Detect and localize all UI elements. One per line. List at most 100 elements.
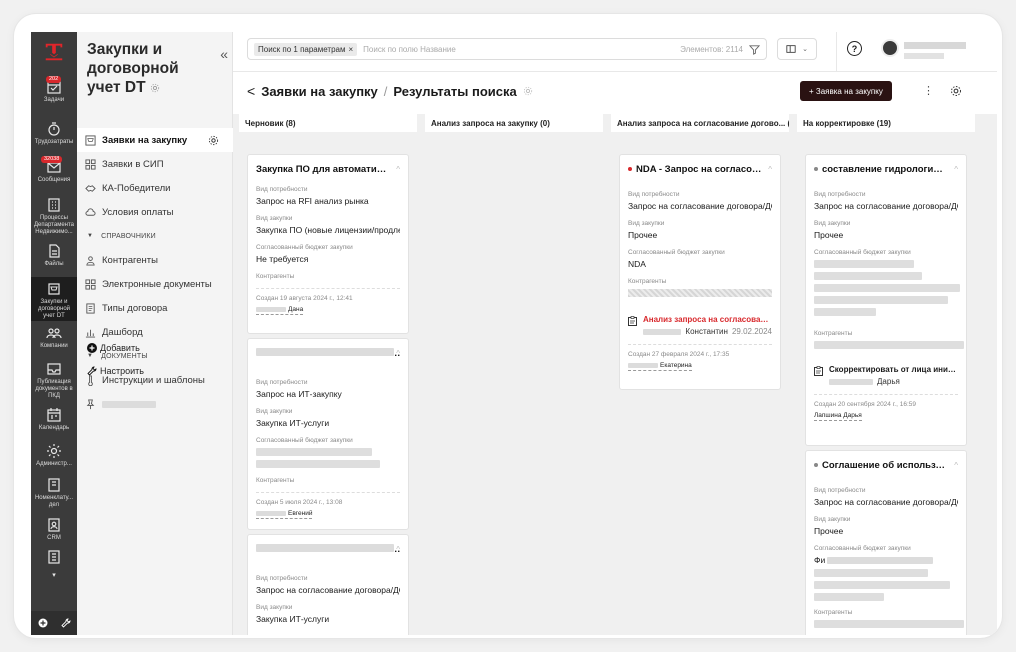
back-button[interactable]: < [247,83,255,99]
rail-item-procurement[interactable]: Закупки и договорной учет DT [31,277,77,321]
view-switcher-button[interactable]: ⌄ [777,38,817,60]
task-content: Анализ запроса на согласование ... Конст… [643,315,772,336]
gear-icon[interactable] [208,135,219,146]
request-card[interactable]: ^ Вид потребности Запрос на ИТ-закупку В… [247,338,409,530]
nav-item-sip[interactable]: Заявки в СИП [77,152,233,176]
author-link[interactable]: Екатерина [628,362,692,371]
field-label: Вид потребности [256,186,308,193]
redacted-value [827,556,934,564]
collapse-sidebar-button[interactable]: « [220,46,228,62]
request-card[interactable]: NDA - Запрос на согласован... ^ Вид потре… [619,154,781,390]
rail-item-admin[interactable]: Администр... [31,443,77,473]
chevron-up-icon[interactable]: ^ [954,459,958,473]
author-link[interactable]: Лапшина Дарья [814,412,862,421]
field-value: Закупка ПО (новые лицензии/продление) [256,225,400,235]
nav-item-pinned[interactable] [77,392,233,416]
avatar[interactable] [881,39,899,57]
filter-icon[interactable] [749,44,760,55]
search-input[interactable]: Поиск по полю Название [363,45,456,54]
cart-icon [48,283,60,295]
rail-item-companies[interactable]: Компании [31,325,77,357]
wrench-icon[interactable] [60,618,71,628]
help-button[interactable]: ? [847,41,862,56]
nav-item-contract-types[interactable]: Типы договора [77,296,233,320]
card-title-text: составление гидрологическ... [822,164,958,175]
breadcrumb-section[interactable]: Заявки на закупку [261,84,378,99]
breadcrumb-separator: / [383,83,388,99]
more-icon[interactable]: ⋮ [923,84,934,97]
task-item[interactable]: Скорректировать от лица инициа... Дарья [814,365,958,386]
nav-group-references[interactable]: ▼ СПРАВОЧНИКИ [77,224,233,248]
grid-icon [85,278,96,290]
chevron-up-icon[interactable]: ^ [768,163,772,177]
search-bar[interactable]: Поиск по 1 параметрам × Поиск по полю На… [247,38,767,60]
rail-item-crm[interactable]: CRM [31,517,77,547]
nav-item-winners[interactable]: КА-Победители [77,176,233,200]
redacted-label [102,400,156,408]
nav-item-edocs[interactable]: Электронные документы [77,272,233,296]
bar-chart-icon [85,329,96,338]
page-header: < Заявки на закупку / Результаты поиска … [233,72,997,114]
rail-item-publication[interactable]: Публикация документов в ПКД [31,361,77,403]
grid-icon [85,158,96,170]
nav-item-contractors[interactable]: Контрагенты [77,248,233,272]
rail-scroll-down[interactable]: ▾ [31,571,77,581]
nav-item-requests[interactable]: Заявки на закупку [77,128,233,152]
rail-item-tasks[interactable]: 202 Задачи [31,76,77,113]
clipboard-icon [628,316,637,326]
chevron-up-icon[interactable]: ^ [396,163,400,177]
settings-gear-icon[interactable] [950,85,962,97]
card-title: составление гидрологическ... ^ [814,163,958,177]
add-button[interactable]: Добавить [87,343,140,353]
search-filter-chip[interactable]: Поиск по 1 параметрам × [254,42,358,56]
gear-icon[interactable] [150,83,160,93]
field-value: Запрос на ИТ-закупку [256,389,342,399]
configure-button[interactable]: Настроить [87,366,144,376]
field-label: Вид закупки [256,215,293,222]
caret-down-icon: ▼ [87,353,94,359]
nav-label: Электронные документы [102,278,212,290]
created-date: Создан 20 сентября 2024 г., 16:59 [814,401,916,408]
task-content: Скорректировать от лица инициа... Дарья [829,365,958,386]
chip-close-icon[interactable]: × [349,45,354,54]
request-card[interactable]: составление гидрологическ... ^ Вид потреб… [805,154,967,446]
nav-item-dashboard[interactable]: Дашборд [77,320,233,344]
rail-label: CRM [47,535,61,541]
author-name: Екатерина [660,362,692,369]
add-request-button[interactable]: + Заявка на закупку [800,81,892,101]
column-title: Анализ запроса на закупку (0) [425,114,603,132]
columns-icon [786,45,796,53]
rail-item-processes[interactable]: Процессы Департамента Недвижимо... [31,197,77,241]
chevron-up-icon[interactable]: ^ [396,347,400,361]
nav-label: Заявки в СИП [102,158,164,170]
rail-item-nomenclature[interactable]: Номенклату... дел [31,477,77,515]
request-card[interactable]: ^ Вид потребности Запрос на согласование… [247,534,409,635]
field-value: Не требуется [256,254,309,264]
rail-item-timesheets[interactable]: Трудозатраты [31,121,77,153]
messages-badge: 32038 [41,156,63,163]
chevron-up-icon[interactable]: ^ [954,163,958,177]
rail-item-calendar[interactable]: Календарь [31,407,77,439]
request-card[interactable]: Закупка ПО для автоматизаци... ^ Вид потр… [247,154,409,334]
chevron-up-icon[interactable]: ^ [396,543,400,557]
task-assignee: Дарья [877,377,900,386]
book-icon [48,478,60,492]
plus-circle-icon[interactable] [38,618,48,628]
author-link[interactable]: Дана [256,306,304,315]
author-link[interactable]: Евгений [256,510,313,519]
task-item[interactable]: Анализ запроса на согласование ... Конст… [628,315,772,336]
kanban-column-analysis: Анализ запроса на закупку (0) [425,114,603,635]
nav-label: Инструкции и шаблоны [102,374,205,386]
request-card[interactable]: Соглашение об использован... ^ Вид потреб… [805,450,967,635]
rail-item-files[interactable]: Файлы [31,243,77,273]
app: 202 Задачи Трудозатраты 32038 Сообщения … [31,32,997,635]
gear-icon[interactable] [523,86,533,96]
author-name: Лапшина Дарья [814,412,862,419]
plus-circle-icon [87,343,97,353]
rail-label: Процессы Департамента Недвижимо... [33,215,74,235]
rail-item-more-doc[interactable] [31,549,77,571]
brand-logo-icon[interactable] [43,41,65,63]
nav-item-payment-terms[interactable]: Условия оплаты [77,200,233,224]
task-meta: Дарья [829,377,958,386]
rail-item-messages[interactable]: 32038 Сообщения [31,156,77,191]
